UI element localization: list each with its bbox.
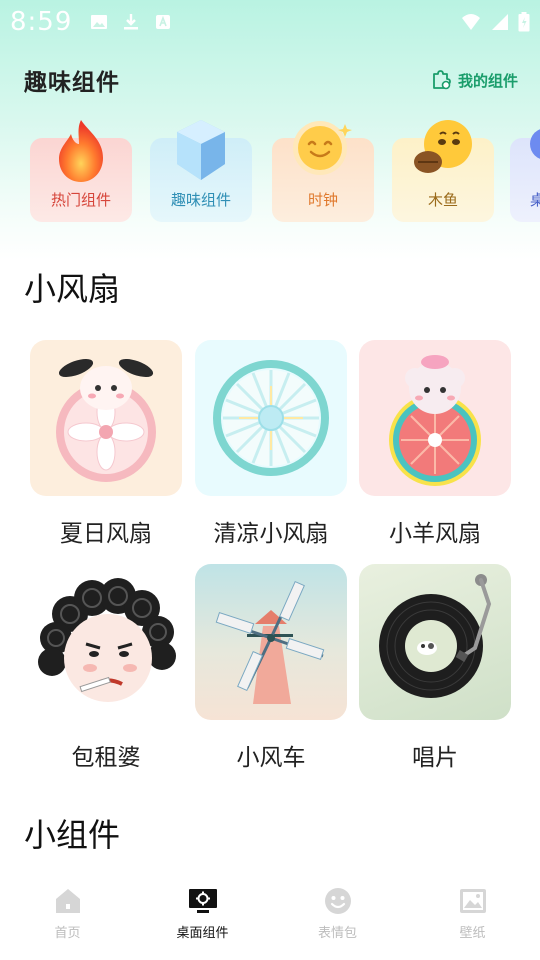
nav-label: 表情包 (317, 926, 357, 941)
widget-card-landlady[interactable]: 包租婆 (30, 564, 182, 772)
category-hot[interactable]: 热门组件 (30, 120, 132, 222)
wallpaper-icon (459, 889, 486, 913)
puzzle-gear-icon (433, 70, 451, 90)
widget-thumbnail (359, 340, 511, 496)
widget-card-sheep-fan[interactable]: 小羊风扇 (359, 340, 511, 548)
my-widgets-label: 我的组件 (457, 71, 518, 90)
page-title: 趣味组件 (24, 70, 120, 96)
status-time: 8:59 (10, 7, 73, 37)
battery-icon (518, 12, 530, 32)
widget-card-windmill[interactable]: 小风车 (195, 564, 347, 772)
widget-label: 包租婆 (71, 745, 141, 771)
signal-icon (492, 14, 508, 30)
category-label: 趣味组件 (170, 191, 231, 209)
section-title-fans: 小风扇 (24, 270, 121, 308)
widget-thumbnail (30, 564, 182, 720)
category-clock[interactable]: 时钟 (272, 121, 374, 222)
widget-thumbnail (195, 340, 347, 496)
wifi-icon (462, 14, 480, 30)
widget-label: 唱片 (412, 745, 458, 771)
widget-label: 清凉小风扇 (213, 521, 329, 547)
my-widgets-button[interactable]: 我的组件 (430, 69, 518, 91)
desktop-widget-icon (188, 889, 217, 913)
smiley-clock-icon (293, 121, 352, 175)
category-row: 热门组件 趣味组件 时钟 木鱼 桌 (0, 118, 540, 228)
smiley-icon (324, 888, 351, 914)
home-icon (55, 889, 80, 913)
partial-icon (530, 129, 540, 159)
bottom-nav: 首页 桌面组件 表情包 壁纸 (0, 876, 540, 960)
widget-label: 小羊风扇 (389, 521, 481, 547)
nav-label: 壁纸 (459, 926, 486, 941)
category-label: 木鱼 (427, 191, 458, 209)
crystal-cube-icon (177, 120, 225, 180)
app-notification-icon (156, 15, 171, 29)
widget-thumbnail (195, 564, 347, 720)
category-fun[interactable]: 趣味组件 (150, 120, 252, 222)
widget-card-record[interactable]: 唱片 (359, 564, 511, 772)
status-bar: 8:59 (0, 0, 540, 44)
nav-item-home[interactable]: 首页 (0, 876, 135, 960)
category-wooden-fish[interactable]: 木鱼 (392, 120, 494, 222)
nav-item-wallpaper[interactable]: 壁纸 (405, 876, 540, 960)
category-label: 时钟 (307, 191, 338, 209)
download-icon (124, 14, 139, 30)
category-partial[interactable]: 桌 (510, 129, 540, 222)
category-label: 桌 (530, 191, 540, 209)
category-label: 热门组件 (50, 191, 111, 209)
widget-thumbnail (359, 564, 511, 720)
nav-item-desktop-widgets[interactable]: 桌面组件 (135, 876, 270, 960)
widget-label: 小风车 (236, 745, 306, 771)
widget-card-cool-fan[interactable]: 清凉小风扇 (195, 340, 347, 548)
gallery-icon (91, 15, 108, 29)
nav-label: 桌面组件 (176, 926, 229, 941)
nav-label: 首页 (54, 926, 81, 941)
section-title-widgets: 小组件 (24, 816, 121, 854)
nav-item-stickers[interactable]: 表情包 (270, 876, 405, 960)
widget-label: 夏日风扇 (60, 521, 152, 547)
widget-card-summer-fan[interactable]: 夏日风扇 (30, 340, 182, 548)
wooden-fish-emoji-icon (414, 120, 472, 173)
flame-icon (59, 120, 103, 182)
page-header: 趣味组件 我的组件 (0, 60, 540, 100)
widget-thumbnail (30, 340, 182, 496)
